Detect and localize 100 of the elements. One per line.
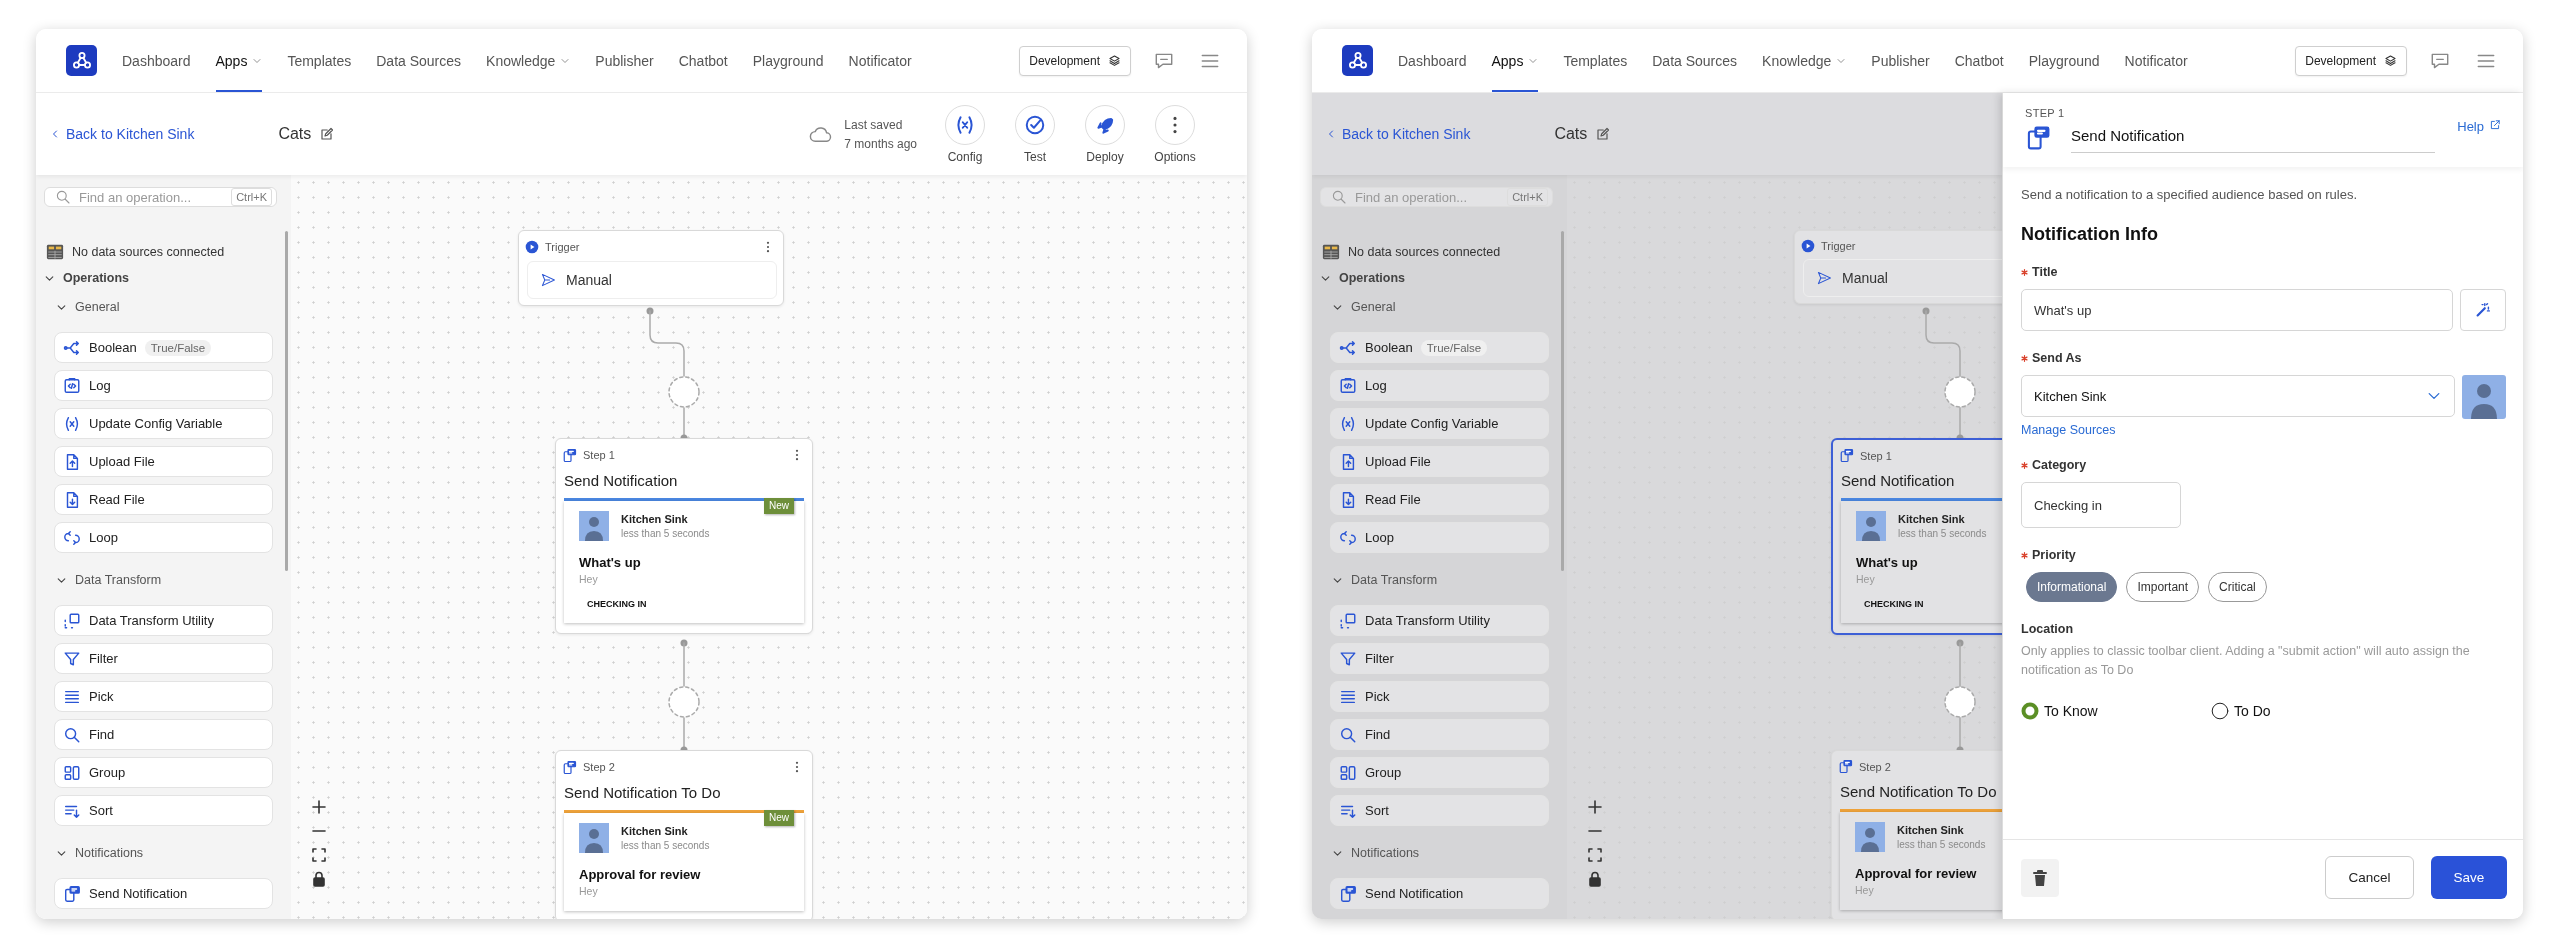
operation-item[interactable]: Data Transform Utility [1330,605,1549,636]
send-icon [540,272,556,288]
play-icon [525,240,539,254]
help-link[interactable]: Help [2457,119,2501,134]
notification-body: Hey [579,885,599,897]
category-field[interactable]: Checking in [2021,482,2181,528]
radio-label: To Do [2234,703,2271,719]
app-name: Cats [278,125,312,143]
notification-title: What's up [1856,555,1919,570]
step-card[interactable]: Step 2 Send Notification To Do New Kitchen Sink less than 5 seconds Approval for review Hey [555,750,813,919]
nav-tab[interactable]: Templates [287,29,352,92]
step-card[interactable]: Step 1 Send Notification Kitchen Sink less than 5 seconds What's up Hey CHECKING IN [1831,438,2002,635]
operation-item[interactable]: Filter [1330,643,1549,674]
search-field[interactable]: Find an operation... Ctrl+K [44,187,277,207]
delete-button[interactable] [2021,858,2059,897]
nav-tab[interactable]: Notificator [2124,29,2188,92]
operation-item[interactable]: Filter [54,643,273,674]
operation-item[interactable]: Pick [54,681,273,712]
step-label: STEP 1 [2025,107,2066,119]
operation-item[interactable]: Read File [1330,484,1549,515]
step-title-field[interactable]: Send Notification [2071,123,2436,153]
manage-sources-link[interactable]: Manage Sources [2021,423,2116,437]
nav-tab[interactable]: Data Sources [1652,29,1738,92]
transform-icon [1339,611,1357,630]
title-field[interactable]: What's up [2021,289,2453,331]
save-button[interactable]: Save [2431,856,2507,899]
operation-item[interactable]: Data Transform Utility [54,605,273,636]
trigger-type: Manual [1842,270,1888,286]
operation-item[interactable]: Loop [54,522,273,553]
nav-tab[interactable]: Playground [2028,29,2100,92]
notification-body: Hey [1855,884,1875,896]
help-text: Only applies to classic toolbar client. Adding a "submit action" will auto assign the notification as To Do [2021,643,2471,679]
operation-item[interactable]: Sort [54,795,273,826]
notification-body: Hey [1856,573,1876,585]
operation-item[interactable]: Loop [1330,522,1549,553]
shortcut-hint: Ctrl+K [231,188,272,206]
trigger-card[interactable]: Trigger Manual [518,230,784,306]
edit-icon[interactable] [319,126,335,142]
nav-tab[interactable]: Playground [752,29,824,92]
step-card[interactable]: Step 2 Send Notification To Do Kitchen Sink less than 5 seconds Approval for review Hey [1831,750,2002,919]
operation-item[interactable]: Find [1330,719,1549,750]
operation-item[interactable]: Sort [1330,795,1549,826]
zoom-in-icon[interactable] [1585,797,1605,817]
fit-view-icon[interactable] [309,845,329,865]
radio-button[interactable] [2021,702,2039,720]
avatar [579,823,609,853]
nav-tab[interactable]: Notificator [848,29,912,92]
cancel-button[interactable]: Cancel [2325,856,2414,899]
nav-tab[interactable]: Dashboard [122,29,191,92]
nav-tab[interactable]: Dashboard [1398,29,1467,92]
operation-item[interactable]: Boolean True/False [54,332,273,363]
operation-tag: True/False [144,339,212,356]
nav-tab[interactable]: Templates [1563,29,1628,92]
operation-item[interactable]: Send Notification [54,878,273,909]
nav-tab[interactable]: Publisher [1871,29,1930,92]
operation-item[interactable]: Upload File [54,446,273,477]
operation-item[interactable]: Update Config Variable [54,408,273,439]
operation-item[interactable]: Find [54,719,273,750]
back-link[interactable]: Back to Kitchen Sink [1326,126,1471,142]
operation-item[interactable]: Group [1330,757,1549,788]
operation-item[interactable]: Group [54,757,273,788]
operation-item[interactable]: Pick [1330,681,1549,712]
code-file-icon [1339,376,1357,395]
filter-icon [1339,649,1357,668]
nav-tab[interactable]: Chatbot [678,29,728,92]
notification-title: Approval for review [1855,866,1978,881]
operation-item[interactable]: Boolean True/False [1330,332,1549,363]
search-field[interactable]: Find an operation... Ctrl+K [1320,187,1553,207]
priority-chip[interactable]: Informational [2026,572,2118,602]
operation-item[interactable]: Read File [54,484,273,515]
sent-time: less than 5 seconds [1898,528,1987,539]
environment-button[interactable]: Development [2295,45,2407,76]
step-card[interactable]: Step 1 Send Notification New Kitchen Sink less than 5 seconds What's up Hey CHECKING IN [555,438,813,634]
zoom-in-icon[interactable] [309,797,329,817]
sender-select[interactable]: Kitchen Sink [2021,375,2455,417]
environment-button[interactable]: Development [1019,45,1131,76]
nav-tab[interactable]: Knowledge [1762,29,1847,92]
phone-message-icon [562,447,577,463]
fit-view-icon[interactable] [1585,845,1605,865]
group-heading: Data Transform [1351,573,1438,587]
operation-item[interactable]: Upload File [1330,446,1549,477]
operation-item[interactable]: Log [54,370,273,401]
nav-tab[interactable]: Chatbot [1954,29,2004,92]
trigger-card[interactable]: Trigger Manual [1794,230,2002,304]
nav-tab[interactable]: Data Sources [376,29,462,92]
nav-tab[interactable]: Knowledge [486,29,571,92]
operation-item[interactable]: Send Notification [1330,878,1549,909]
back-link[interactable]: Back to Kitchen Sink [50,126,195,142]
notification-title: What's up [579,555,642,570]
step-title: Send Notification [564,472,679,489]
step-description: Send a notification to a specified audience based on rules. [2021,187,2359,202]
edit-icon[interactable] [1595,126,1611,142]
connector-line [646,307,685,377]
last-saved-label: Last saved [844,117,904,132]
radio-button[interactable] [2211,702,2229,720]
operation-item[interactable]: Update Config Variable [1330,408,1549,439]
nav-tab[interactable]: Publisher [595,29,654,92]
operation-item[interactable]: Log [1330,370,1549,401]
category-label: CHECKING IN [1864,599,1925,609]
branch-icon [63,338,81,357]
